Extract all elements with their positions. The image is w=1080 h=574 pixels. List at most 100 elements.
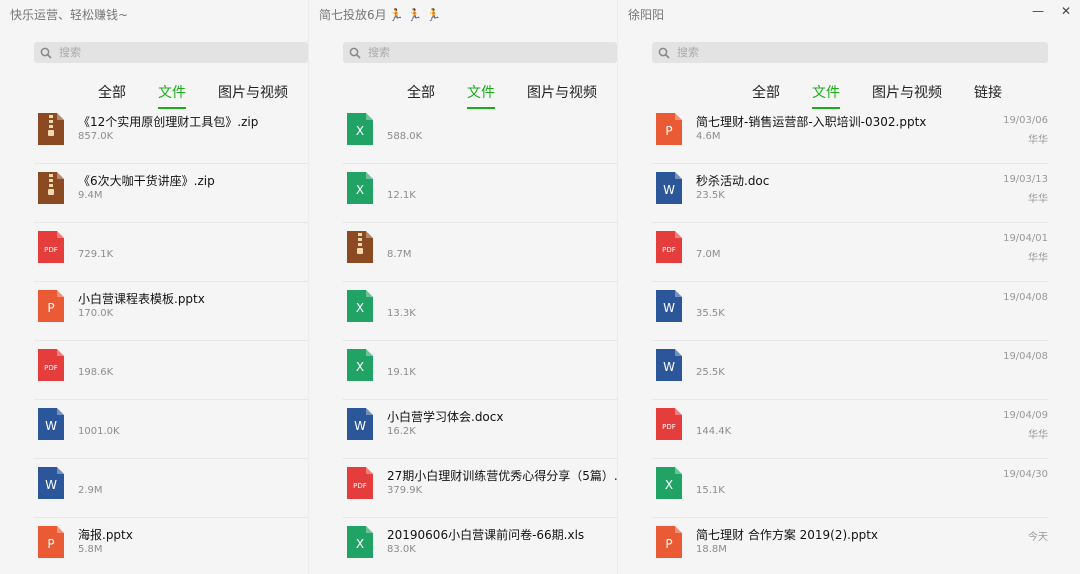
file-item[interactable]: PDF 7.0M 19/04/01 华华 [652, 223, 1048, 282]
file-item[interactable]: X 12.1K [343, 164, 617, 223]
file-name: 简七理财-销售运营部-入职培训-0302.pptx [696, 115, 927, 129]
file-item[interactable]: W 25.5K 19/04/08 [652, 341, 1048, 400]
file-size: 83.0K [387, 544, 416, 555]
file-date: 19/03/06 [1003, 115, 1048, 126]
svg-text:W: W [45, 419, 57, 433]
svg-text:X: X [356, 537, 364, 551]
zip-file-icon [38, 113, 64, 145]
file-size: 35.5K [696, 308, 725, 319]
file-item[interactable]: P 海报.pptx 5.8M [34, 518, 308, 574]
file-item[interactable]: PDF 729.1K [34, 223, 308, 282]
word-file-icon: W [347, 408, 373, 440]
chat-panel-3: 徐阳阳全部文件图片与视频链接P简七理财-销售运营部-入职培训-0302.pptx… [618, 0, 1080, 574]
chat-title: 徐阳阳 [628, 6, 666, 23]
file-date: 19/04/09 [1003, 410, 1048, 421]
search-bar[interactable] [34, 42, 308, 63]
minimize-button[interactable]: — [1028, 4, 1048, 18]
svg-text:P: P [47, 301, 54, 315]
search-icon [348, 46, 362, 60]
pdf-file-icon: PDF [38, 231, 64, 263]
file-item[interactable]: W 35.5K 19/04/08 [652, 282, 1048, 341]
search-input[interactable] [366, 45, 570, 60]
file-sender: 华华 [1028, 135, 1048, 146]
file-name: 20190606小白营课前问卷-66期.xls [387, 528, 585, 542]
file-name: 简七理财 合作方案 2019(2).pptx [696, 528, 879, 542]
search-bar[interactable] [343, 42, 617, 63]
file-date: 19/04/08 [1003, 351, 1048, 362]
file-date: 19/04/01 [1003, 233, 1048, 244]
svg-text:W: W [663, 301, 675, 315]
file-size: 4.6M [696, 131, 721, 142]
file-size: 9.4M [78, 190, 103, 201]
word-file-icon: W [656, 349, 682, 381]
file-item[interactable]: X 20190606小白营课前问卷-66期.xls 83.0K [343, 518, 617, 574]
chat-title: 快乐运营、轻松赚钱~ [10, 6, 130, 23]
svg-text:X: X [356, 360, 364, 374]
ppt-file-icon: P [38, 526, 64, 558]
file-name: 《12个实用原创理财工具包》.zip [78, 115, 259, 129]
file-sender: 华华 [1028, 194, 1048, 205]
ppt-file-icon: P [656, 526, 682, 558]
file-size: 857.0K [78, 131, 114, 142]
file-item[interactable]: 8.7M [343, 223, 617, 282]
pdf-file-icon: PDF [347, 467, 373, 499]
file-size: 170.0K [78, 308, 114, 319]
file-item[interactable]: W 小白营学习体会.docx 16.2K [343, 400, 617, 459]
chat-panel-2: 简七投放6月🏃 🏃 🏃全部文件图片与视频X588.0KX12.1K8.7MX13… [309, 0, 617, 574]
file-item[interactable]: W 2.9M [34, 459, 308, 518]
file-item[interactable]: P 简七理财-销售运营部-入职培训-0302.pptx 4.6M 19/03/06 华华 [652, 105, 1048, 164]
file-name: 小白营学习体会.docx [387, 410, 504, 424]
search-input[interactable] [57, 45, 261, 60]
file-sender: 华华 [1028, 430, 1048, 441]
svg-text:P: P [665, 537, 672, 551]
excel-file-icon: X [347, 172, 373, 204]
file-size: 588.0K [387, 131, 423, 142]
svg-text:PDF: PDF [662, 246, 676, 254]
excel-file-icon: X [347, 526, 373, 558]
svg-text:W: W [354, 419, 366, 433]
search-input[interactable] [675, 45, 879, 60]
file-item[interactable]: 《12个实用原创理财工具包》.zip 857.0K [34, 105, 308, 164]
svg-text:X: X [356, 124, 364, 138]
file-size: 8.7M [387, 249, 412, 260]
file-name: 秒杀活动.doc [696, 174, 770, 188]
svg-text:PDF: PDF [44, 364, 58, 372]
file-item[interactable]: X 15.1K 19/04/30 [652, 459, 1048, 518]
word-file-icon: W [38, 408, 64, 440]
file-item[interactable]: X 13.3K [343, 282, 617, 341]
pdf-file-icon: PDF [38, 349, 64, 381]
file-date: 19/03/13 [1003, 174, 1048, 185]
file-size: 2.9M [78, 485, 103, 496]
file-item[interactable]: P 小白营课程表模板.pptx 170.0K [34, 282, 308, 341]
excel-file-icon: X [347, 113, 373, 145]
ppt-file-icon: P [38, 290, 64, 322]
file-item[interactable]: W 1001.0K [34, 400, 308, 459]
file-name: 《6次大咖干货讲座》.zip [78, 174, 215, 188]
file-item[interactable]: X 19.1K [343, 341, 617, 400]
file-date: 今天 [1028, 532, 1048, 543]
chat-title-text: 快乐运营、轻松赚钱~ [10, 8, 129, 22]
svg-text:PDF: PDF [662, 423, 676, 431]
chat-title-text: 简七投放6月 [319, 8, 387, 22]
word-file-icon: W [656, 290, 682, 322]
close-button[interactable]: ✕ [1056, 4, 1076, 18]
file-item[interactable]: PDF 27期小白理财训练营优秀心得分享（5篇）.p 379.9K [343, 459, 617, 518]
svg-text:P: P [665, 124, 672, 138]
search-bar[interactable] [652, 42, 1048, 63]
search-icon [39, 46, 53, 60]
ppt-file-icon: P [656, 113, 682, 145]
svg-text:P: P [47, 537, 54, 551]
file-item[interactable]: P 简七理财 合作方案 2019(2).pptx 18.8M 今天 [652, 518, 1048, 574]
chat-title-text: 徐阳阳 [628, 8, 665, 22]
search-icon [657, 46, 671, 60]
file-size: 13.3K [387, 308, 416, 319]
word-file-icon: W [38, 467, 64, 499]
file-size: 198.6K [78, 367, 114, 378]
file-item[interactable]: PDF 144.4K 19/04/09 华华 [652, 400, 1048, 459]
pdf-file-icon: PDF [656, 231, 682, 263]
file-item[interactable]: PDF 198.6K [34, 341, 308, 400]
file-item[interactable]: X 588.0K [343, 105, 617, 164]
svg-text:W: W [663, 360, 675, 374]
file-item[interactable]: W 秒杀活动.doc 23.5K 19/03/13 华华 [652, 164, 1048, 223]
file-item[interactable]: 《6次大咖干货讲座》.zip 9.4M [34, 164, 308, 223]
